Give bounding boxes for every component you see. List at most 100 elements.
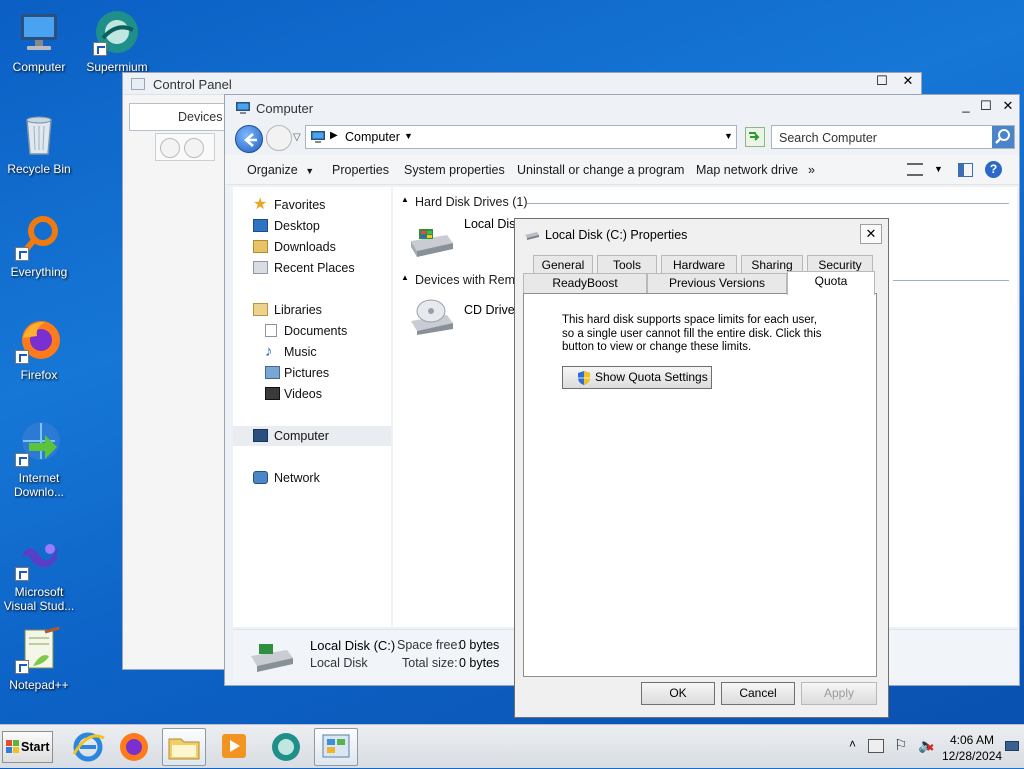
crumb-dropdown-icon[interactable]: ▼: [404, 131, 413, 141]
view-dropdown-icon[interactable]: ▼: [934, 164, 943, 174]
desktop-icon-label: Notepad++: [9, 678, 69, 692]
quota-description: This hard disk supports space limits for…: [562, 314, 822, 353]
recent-pages-chevron-icon[interactable]: ▽: [293, 132, 301, 143]
cd-drive-item[interactable]: CD Drive (: [407, 295, 527, 345]
internet-explorer-icon: [72, 732, 105, 762]
nav-libraries[interactable]: Libraries: [233, 300, 391, 320]
back-button[interactable]: [235, 125, 263, 153]
collapse-group-icon[interactable]: ▲: [401, 273, 409, 282]
help-icon[interactable]: ?: [985, 161, 1002, 178]
visual-studio-icon: [15, 533, 63, 581]
control-panel-maximize-button[interactable]: ☐: [871, 73, 893, 91]
desktop-icon-everything[interactable]: Everything: [2, 213, 76, 279]
properties-button[interactable]: Properties: [332, 163, 389, 177]
uninstall-program-button[interactable]: Uninstall or change a program: [517, 163, 684, 177]
group-hard-disk-drives[interactable]: Hard Disk Drives (1): [415, 195, 528, 209]
desktop-icon-firefox[interactable]: Firefox: [2, 316, 76, 382]
properties-dialog[interactable]: Local Disk (C:) Properties ✕ General Too…: [514, 218, 889, 718]
nav-videos[interactable]: Videos: [233, 384, 391, 404]
desktop-icon-label: Internet Downlo...: [13, 471, 65, 499]
downloads-folder-icon: [253, 240, 268, 253]
maximize-button[interactable]: ☐: [975, 98, 997, 116]
taskbar-file-explorer[interactable]: [162, 728, 206, 766]
close-button[interactable]: ✕: [997, 98, 1019, 116]
cancel-button[interactable]: Cancel: [721, 682, 795, 705]
ok-button[interactable]: OK: [641, 682, 715, 705]
control-panel-nav-buttons[interactable]: [155, 133, 215, 161]
action-center-flag-icon[interactable]: ⚐: [894, 736, 907, 754]
hard-drive-icon: [251, 644, 293, 672]
tab-tools[interactable]: Tools: [597, 255, 657, 275]
collapse-group-icon[interactable]: ▲: [401, 195, 409, 204]
minimize-button[interactable]: _: [955, 98, 977, 116]
taskbar: Start ˄ ⚐ 🔈 ✖ 4:06 AM 12/28/2024: [0, 724, 1024, 768]
nav-network[interactable]: Network: [233, 468, 391, 488]
system-properties-button[interactable]: System properties: [404, 163, 505, 177]
taskbar-firefox[interactable]: [112, 728, 156, 766]
more-commands-button[interactable]: »: [808, 163, 815, 177]
search-box[interactable]: Search Computer: [771, 125, 1015, 149]
tab-quota[interactable]: Quota: [787, 271, 875, 295]
map-network-drive-button[interactable]: Map network drive: [696, 163, 798, 177]
show-desktop-button[interactable]: [1005, 741, 1019, 751]
desktop-icon: [253, 219, 268, 232]
details-name: Local Disk (C:): [310, 638, 396, 653]
nav-recent-places[interactable]: Recent Places: [233, 258, 391, 278]
clock-date[interactable]: 12/28/2024: [942, 749, 1002, 763]
search-button[interactable]: [992, 126, 1014, 148]
folder-icon: [168, 738, 200, 760]
documents-icon: [265, 324, 277, 337]
dialog-titlebar[interactable]: Local Disk (C:) Properties ✕: [515, 219, 888, 249]
address-crumb[interactable]: Computer: [345, 130, 400, 144]
space-free-value: 0 bytes: [459, 638, 500, 652]
taskbar-supermium[interactable]: [264, 728, 308, 766]
desktop-icon-label: Microsoft Visual Stud...: [3, 585, 75, 613]
nav-desktop[interactable]: Desktop: [233, 216, 391, 236]
preview-pane-icon[interactable]: [958, 163, 973, 177]
nav-favorites[interactable]: ★ Favorites: [233, 195, 391, 215]
view-options-icon[interactable]: [907, 163, 923, 176]
address-separator-icon[interactable]: ▶: [330, 130, 338, 141]
desktop-icon-label: Everything: [10, 265, 68, 279]
address-dropdown-icon[interactable]: ▼: [724, 131, 733, 141]
control-panel-close-button[interactable]: ✕: [897, 73, 919, 91]
search-input[interactable]: Search Computer: [779, 131, 877, 145]
details-type: Local Disk: [310, 656, 368, 670]
show-hidden-icons-button[interactable]: ˄: [849, 737, 856, 751]
taskbar-control-panel[interactable]: [314, 728, 358, 766]
desktop-icon-computer[interactable]: Computer: [2, 8, 76, 74]
desktop-icon-recycle-bin[interactable]: Recycle Bin: [2, 110, 76, 176]
tab-readyboost[interactable]: ReadyBoost: [523, 273, 647, 293]
group-removable-storage[interactable]: Devices with Remo: [415, 273, 522, 287]
tab-general[interactable]: General: [533, 255, 593, 275]
explorer-titlebar[interactable]: Computer _ ☐ ✕: [225, 95, 1019, 121]
refresh-button[interactable]: [745, 127, 765, 147]
desktop-icon-visual-studio[interactable]: Microsoft Visual Stud...: [2, 533, 76, 613]
apply-button[interactable]: Apply: [801, 682, 877, 705]
taskbar-media-player[interactable]: [212, 728, 256, 766]
desktop-icon-notepad-plus-plus[interactable]: Notepad++: [2, 626, 76, 692]
forward-circle-icon[interactable]: [184, 138, 204, 158]
nav-computer[interactable]: Computer: [233, 426, 391, 446]
nav-pictures[interactable]: Pictures: [233, 363, 391, 383]
desktop-icon-supermium[interactable]: Supermium: [80, 8, 154, 74]
address-bar[interactable]: ▶ Computer ▼ ▼: [305, 125, 737, 149]
nav-downloads[interactable]: Downloads: [233, 237, 391, 257]
desktop-icon-internet-download[interactable]: Internet Downlo...: [2, 419, 76, 499]
network-tray-icon[interactable]: [868, 739, 884, 753]
forward-button[interactable]: [266, 125, 292, 151]
local-disk-item[interactable]: Local Disk: [407, 215, 527, 265]
start-button[interactable]: Start: [2, 731, 53, 763]
nav-documents[interactable]: Documents: [233, 321, 391, 341]
back-circle-icon[interactable]: [160, 138, 180, 158]
organize-button[interactable]: Organize ▼: [247, 163, 314, 177]
tab-hardware[interactable]: Hardware: [661, 255, 737, 275]
dialog-close-button[interactable]: ✕: [860, 224, 882, 244]
nav-music[interactable]: ♪ Music: [233, 342, 391, 362]
volume-muted-icon[interactable]: 🔈 ✖: [918, 737, 935, 754]
taskbar-internet-explorer[interactable]: [66, 728, 110, 766]
tab-previous-versions[interactable]: Previous Versions: [647, 273, 787, 293]
clock-time[interactable]: 4:06 AM: [950, 733, 994, 747]
show-quota-settings-button[interactable]: Show Quota Settings: [562, 366, 712, 389]
control-panel-titlebar[interactable]: Control Panel ☐ ✕: [123, 73, 921, 95]
